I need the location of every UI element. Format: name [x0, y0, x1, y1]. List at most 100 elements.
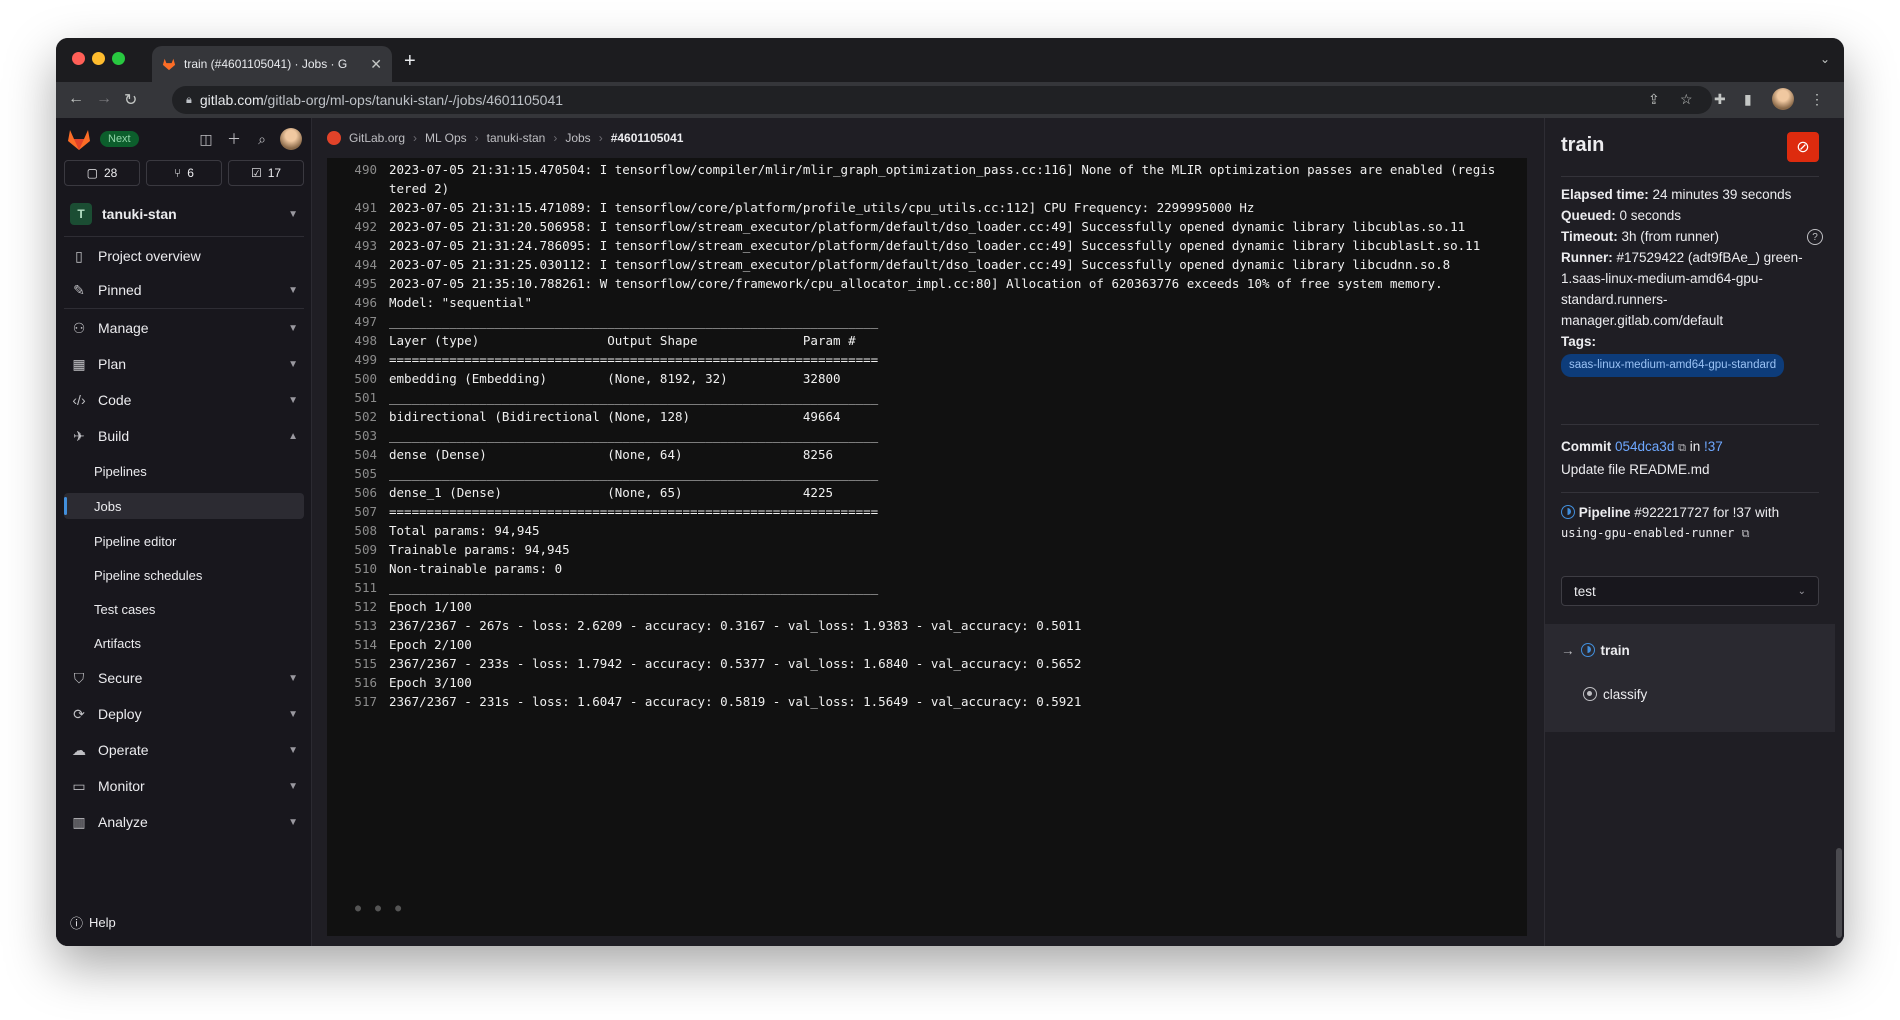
close-tab-icon[interactable]: ✕ — [370, 56, 382, 73]
log-line-number[interactable]: 497 — [327, 312, 389, 331]
breadcrumb-tanuki-stan[interactable]: tanuki-stan — [487, 131, 546, 145]
job-item-train[interactable]: → train — [1561, 638, 1630, 662]
log-line-number[interactable]: 493 — [327, 236, 389, 255]
todos-count-button[interactable]: ☑ 17 — [228, 160, 304, 186]
search-icon[interactable]: ⌕ — [252, 131, 272, 148]
issues-count-button[interactable]: ▢ 28 — [64, 160, 140, 186]
pipeline-link[interactable]: Pipeline — [1579, 505, 1631, 520]
sidebar-subitem-pipeline-schedules[interactable]: Pipeline schedules — [64, 562, 304, 588]
sidebar-item-build[interactable]: ✈ Build ▲ — [64, 422, 304, 450]
help-button[interactable]: ⓘ Help — [70, 913, 116, 932]
gitlab-logo-icon[interactable] — [66, 127, 92, 151]
log-line-number[interactable]: 514 — [327, 635, 389, 654]
log-line-number[interactable]: 492 — [327, 217, 389, 236]
log-line-number[interactable]: 498 — [327, 331, 389, 350]
merge-requests-count-button[interactable]: ⑂ 6 — [146, 160, 222, 186]
log-line-number[interactable]: 494 — [327, 255, 389, 274]
back-icon[interactable]: ← — [68, 90, 84, 108]
sidebar-item-operate[interactable]: ☁ Operate ▼ — [64, 736, 304, 764]
sidebar-item-analyze[interactable]: ▥ Analyze ▼ — [64, 808, 304, 836]
sidebar-subitem-artifacts[interactable]: Artifacts — [64, 630, 304, 656]
project-switcher[interactable]: T tanuki-stan ▼ — [64, 198, 304, 230]
sidebar-subitem-pipelines[interactable]: Pipelines — [64, 458, 304, 484]
log-line-number[interactable]: 515 — [327, 654, 389, 673]
log-line-number[interactable]: 500 — [327, 369, 389, 388]
share-icon[interactable]: ⇪ — [1648, 91, 1660, 108]
log-line-number[interactable]: 491 — [327, 198, 389, 217]
queued-value: 0 seconds — [1615, 208, 1682, 223]
commit-sha-link[interactable]: 054dca3d — [1615, 439, 1674, 454]
log-line-number[interactable]: 499 — [327, 350, 389, 369]
log-line-number[interactable]: 490 — [327, 160, 389, 198]
reload-icon[interactable]: ↻ — [124, 90, 137, 110]
sidebar-subitem-pipeline-editor[interactable]: Pipeline editor — [64, 528, 304, 554]
panel-scrollbar[interactable] — [1836, 848, 1842, 938]
log-line-number[interactable]: 511 — [327, 578, 389, 597]
log-line-number[interactable]: 503 — [327, 426, 389, 445]
job-item-classify[interactable]: classify — [1583, 682, 1647, 706]
sidebar-subitem-test-cases[interactable]: Test cases — [64, 596, 304, 622]
user-avatar[interactable] — [280, 128, 302, 150]
log-line-number[interactable]: 512 — [327, 597, 389, 616]
log-line-number[interactable]: 496 — [327, 293, 389, 312]
log-line-number[interactable]: 506 — [327, 483, 389, 502]
log-line-number[interactable]: 509 — [327, 540, 389, 559]
browser-menu-icon[interactable]: ⋮ — [1810, 91, 1824, 108]
copy-icon[interactable]: ⧉ — [1678, 442, 1686, 454]
log-line-number[interactable]: 504 — [327, 445, 389, 464]
shield-icon: ⛉ — [73, 669, 85, 686]
sidebar-item-label: Build — [98, 428, 130, 444]
log-line-number[interactable]: 517 — [327, 692, 389, 711]
url-field[interactable]: 🔒︎ gitlab.com/gitlab-org/ml-ops/tanuki-s… — [172, 86, 1712, 114]
breadcrumb-job-id[interactable]: #4601105041 — [611, 131, 684, 145]
maximize-window-button[interactable] — [112, 52, 125, 65]
sidebar-item-pinned[interactable]: ✎ Pinned ▼ — [64, 276, 304, 304]
sidebar-item-monitor[interactable]: ▭ Monitor ▼ — [64, 772, 304, 800]
browser-tab[interactable]: train (#4601105041) · Jobs · G ✕ — [152, 46, 392, 82]
log-line-number[interactable]: 502 — [327, 407, 389, 426]
browser-profile-avatar[interactable] — [1772, 88, 1794, 110]
sidebar-item-deploy[interactable]: ⟳ Deploy ▼ — [64, 700, 304, 728]
side-panel-icon[interactable]: ▮ — [1744, 91, 1752, 108]
collapse-sidebar-icon[interactable]: ◫ — [196, 131, 216, 148]
breadcrumb-jobs[interactable]: Jobs — [565, 131, 590, 145]
address-bar-row: ← → ↻ 🔒︎ gitlab.com/gitlab-org/ml-ops/ta… — [56, 82, 1844, 118]
log-line-number[interactable]: 516 — [327, 673, 389, 692]
sidebar-subitem-jobs[interactable]: Jobs — [64, 493, 304, 519]
log-line-number[interactable]: 508 — [327, 521, 389, 540]
log-line-number[interactable]: 505 — [327, 464, 389, 483]
stage-dropdown[interactable]: test ⌄ — [1561, 576, 1819, 606]
log-line-number[interactable]: 513 — [327, 616, 389, 635]
close-window-button[interactable] — [72, 52, 85, 65]
sidebar-item-plan[interactable]: ▦ Plan ▼ — [64, 350, 304, 378]
log-line: 507 =====================================… — [327, 502, 1527, 521]
log-line-number[interactable]: 510 — [327, 559, 389, 578]
log-line-number[interactable]: 501 — [327, 388, 389, 407]
sidebar-item-manage[interactable]: ⚇ Manage ▼ — [64, 314, 304, 342]
sidebar-item-project-overview[interactable]: ▯ Project overview — [64, 242, 304, 270]
sidebar-item-secure[interactable]: ⛉ Secure ▼ — [64, 664, 304, 692]
sidebar-item-code[interactable]: ‹/› Code ▼ — [64, 386, 304, 414]
log-line-text: ________________________________________… — [389, 390, 879, 405]
tab-search-icon[interactable]: ⌄ — [1820, 52, 1830, 66]
question-icon[interactable]: ? — [1807, 229, 1823, 245]
forward-icon[interactable]: → — [96, 90, 112, 108]
issues-icon: ▢ — [86, 166, 98, 180]
minimize-window-button[interactable] — [92, 52, 105, 65]
log-line: 494 2023-07-05 21:31:25.030112: I tensorf… — [327, 255, 1527, 274]
log-line-number[interactable]: 507 — [327, 502, 389, 521]
breadcrumb-ml-ops[interactable]: ML Ops — [425, 131, 467, 145]
main-content: GitLab.org › ML Ops › tanuki-stan › Jobs… — [313, 118, 1543, 946]
merge-request-link[interactable]: !37 — [1704, 439, 1723, 454]
bookmark-star-icon[interactable]: ☆ — [1680, 91, 1693, 108]
log-line-number[interactable]: 495 — [327, 274, 389, 293]
breadcrumb-gitlab-org[interactable]: GitLab.org — [349, 131, 405, 145]
cancel-job-button[interactable]: ⊘ — [1787, 132, 1819, 162]
job-log[interactable]: 490 2023-07-05 21:31:15.470504: I tensorf… — [327, 158, 1527, 936]
create-new-icon[interactable]: ＋ — [224, 129, 244, 149]
new-tab-button[interactable]: + — [404, 50, 416, 73]
extensions-icon[interactable]: ✚ — [1714, 91, 1726, 108]
pipeline-branch[interactable]: using-gpu-enabled-runner — [1561, 526, 1734, 540]
next-badge[interactable]: Next — [100, 131, 139, 147]
copy-icon[interactable]: ⧉ — [1742, 527, 1750, 540]
